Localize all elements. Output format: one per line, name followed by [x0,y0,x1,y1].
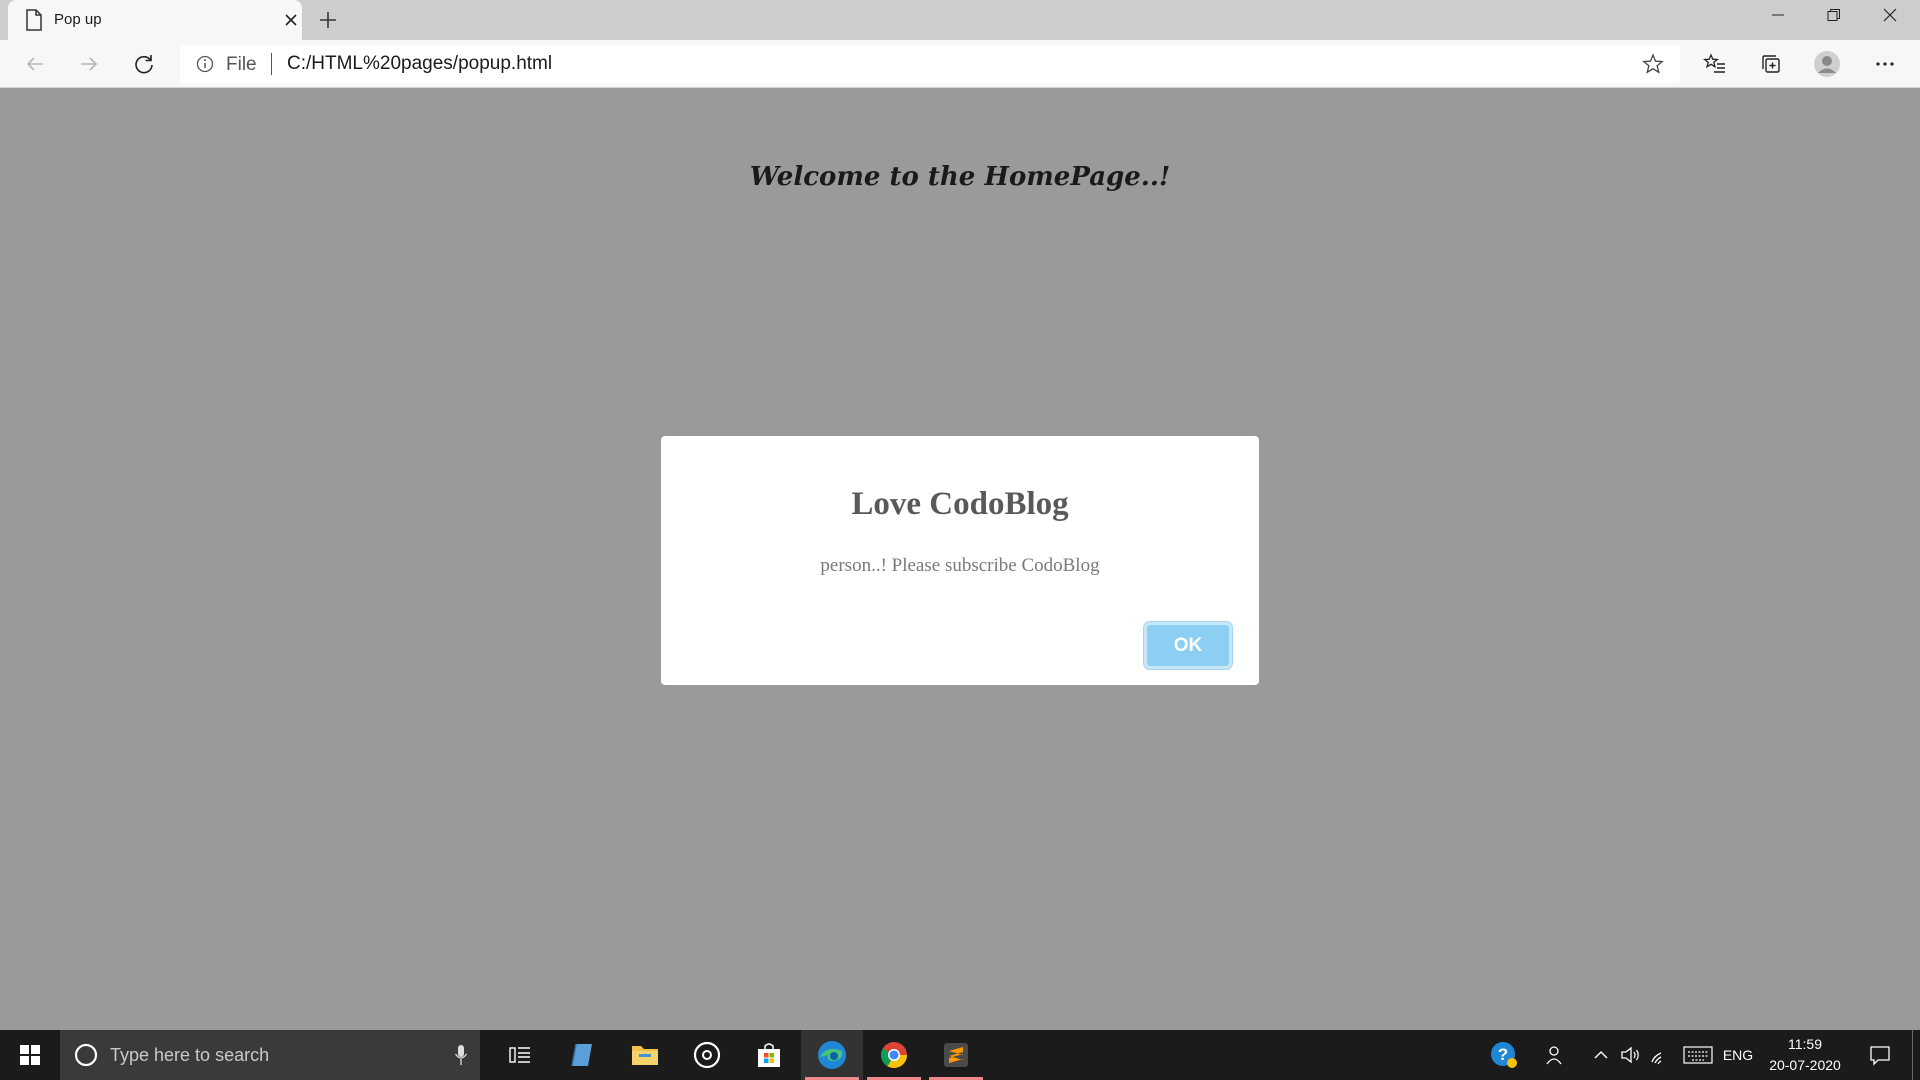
store-bag-icon [758,1043,780,1067]
dialog-title: Love CodoBlog [851,486,1069,522]
divider [271,53,272,75]
show-desktop-divider[interactable] [1912,1030,1913,1080]
chevron-up-icon [1594,1051,1608,1059]
wifi-icon [1651,1052,1662,1065]
action-center-button[interactable] [1860,1030,1900,1080]
help-tray-button[interactable]: ? [1484,1030,1524,1080]
volume-icon [1621,1046,1639,1064]
forward-button[interactable] [74,49,104,79]
edge-app[interactable] [801,1030,863,1080]
notes-app[interactable] [551,1030,613,1080]
browser-toolbar: File C:/HTML%20pages/popup.html [0,40,1920,88]
start-button[interactable] [0,1030,60,1080]
tab-title: Pop up [54,11,102,28]
dialog-message: person..! Please subscribe CodoBlog [820,555,1100,576]
media-disc-icon [693,1041,721,1069]
windows-taskbar: Type here to search ? ENG 11:59 20-07-20… [0,1030,1920,1080]
back-button[interactable] [20,49,50,79]
avatar-icon [1814,51,1840,77]
edge-browser-icon [818,1041,846,1069]
search-placeholder: Type here to search [110,1045,270,1065]
ok-button[interactable]: OK [1144,622,1232,669]
task-view-icon [509,1047,530,1063]
svg-text:?: ? [1498,1045,1508,1064]
page-icon [26,9,42,31]
forward-arrow-icon [81,57,98,71]
refresh-icon [135,55,153,74]
refresh-button[interactable] [129,49,159,79]
volume-button[interactable] [1616,1030,1646,1080]
windows-logo-icon [20,1045,40,1065]
folder-icon [632,1046,658,1065]
clock-date: 20-07-2020 [1769,1057,1841,1073]
tab-strip: Pop up [0,0,1920,40]
favorites-list-icon [1703,53,1725,73]
close-window-button[interactable] [1862,0,1918,30]
new-tab-icon[interactable] [316,8,340,32]
people-icon [1546,1046,1562,1065]
sublime-text-icon [944,1043,968,1067]
page-heading: Welcome to the HomePage..! [749,162,1171,192]
chrome-browser-icon [880,1042,908,1069]
close-tab-icon[interactable] [282,11,300,29]
taskbar-search[interactable]: Type here to search [60,1030,480,1080]
show-hidden-icons-button[interactable] [1586,1030,1616,1080]
cortana-icon [74,1043,98,1067]
minimize-button[interactable] [1750,0,1806,30]
network-button[interactable] [1646,1030,1676,1080]
more-options-icon [1876,62,1894,66]
notification-icon [1870,1046,1890,1066]
close-icon [1883,8,1897,22]
microphone-icon[interactable] [454,1044,468,1066]
touch-keyboard-button[interactable] [1680,1030,1716,1080]
info-icon[interactable] [196,55,214,73]
collections-icon [1762,55,1780,73]
popup-dialog: Love CodoBlog person..! Please subscribe… [661,436,1259,685]
clock-time: 11:59 [1788,1036,1822,1052]
restore-button[interactable] [1806,0,1862,30]
page-viewport: Welcome to the HomePage..! Love CodoBlog… [0,88,1920,1030]
chrome-app[interactable] [863,1030,925,1080]
task-view-button[interactable] [489,1030,551,1080]
more-menu-button[interactable] [1870,49,1900,79]
sublime-text-app[interactable] [925,1030,987,1080]
minimize-icon [1772,14,1784,16]
input-language[interactable]: ENG [1718,1030,1758,1080]
favorites-button[interactable] [1700,49,1730,79]
keyboard-icon [1683,1046,1713,1064]
back-arrow-icon [26,57,43,71]
file-explorer-app[interactable] [614,1030,676,1080]
system-clock[interactable]: 11:59 20-07-2020 [1760,1034,1850,1076]
people-button[interactable] [1536,1030,1576,1080]
address-bar[interactable]: File C:/HTML%20pages/popup.html [180,45,1680,83]
notes-app-icon [571,1043,592,1067]
restore-icon [1827,9,1840,21]
profile-button[interactable] [1812,49,1842,79]
store-app[interactable] [738,1030,800,1080]
favorite-star-icon[interactable] [1642,53,1664,75]
scheme-label: File [226,54,257,75]
url-text[interactable]: C:/HTML%20pages/popup.html [287,53,552,75]
collections-button[interactable] [1756,49,1786,79]
media-app[interactable] [676,1030,738,1080]
browser-tab[interactable]: Pop up [8,0,302,40]
help-icon: ? [1491,1042,1517,1068]
